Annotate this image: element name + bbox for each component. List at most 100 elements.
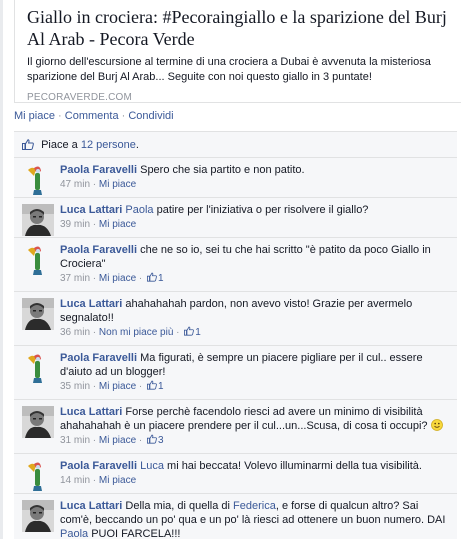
- separator: ·: [90, 381, 99, 392]
- separator: ·: [90, 179, 99, 190]
- separator: ·: [90, 219, 99, 230]
- avatar[interactable]: [22, 298, 54, 330]
- separator: ·: [90, 475, 99, 486]
- mention-link[interactable]: Luca: [137, 460, 164, 472]
- comment-like-link[interactable]: Mi piace: [99, 475, 136, 486]
- comment-timestamp[interactable]: 31 min: [60, 435, 90, 446]
- separator: ·: [90, 327, 99, 338]
- comment-meta: 14 min · Mi piace: [60, 474, 449, 488]
- like-count-icon: [147, 434, 157, 444]
- link-description: Il giorno dell'escursione al termine di …: [27, 56, 431, 83]
- comment-text: Paola Faravelli Luca mi hai beccata! Vol…: [60, 459, 449, 473]
- link-preview-card[interactable]: Giallo in crociera: #Pecoraingiallo e la…: [14, 0, 461, 103]
- comment-like-link[interactable]: Mi piace: [99, 435, 136, 446]
- comment-author-link[interactable]: Paola Faravelli: [60, 460, 137, 472]
- comment-meta: 36 min · Non mi piace più · 1: [60, 326, 449, 340]
- comment-like-link[interactable]: Mi piace: [99, 179, 136, 190]
- comment-text-segment: Spero che sia partito e non patito.: [137, 164, 305, 176]
- smiley-icon: [430, 419, 443, 431]
- comment-like-count[interactable]: 3: [145, 434, 164, 446]
- comment-like-link[interactable]: Mi piace: [99, 219, 136, 230]
- link-title[interactable]: Giallo in crociera: #Pecoraingiallo e la…: [27, 6, 451, 50]
- comment-text: Paola Faravelli che ne so io, sei tu che…: [60, 243, 449, 271]
- comment-like-link[interactable]: Non mi piace più: [99, 327, 173, 338]
- page-left-edge: [0, 0, 3, 539]
- comment-item: Luca Lattari Forse perchè facendolo ries…: [14, 400, 457, 454]
- comment-meta: 35 min · Mi piace · 1: [60, 380, 449, 394]
- comment-author-link[interactable]: Luca Lattari: [60, 406, 122, 418]
- comment-link[interactable]: Commenta: [65, 110, 119, 122]
- comment-text-segment: PUOI FARCELA!!!: [88, 528, 181, 539]
- avatar[interactable]: [22, 204, 54, 236]
- comment-author-link[interactable]: Luca Lattari: [60, 298, 122, 310]
- mention-link[interactable]: Federica: [233, 500, 276, 512]
- comment-like-count[interactable]: 1: [182, 326, 201, 338]
- comment-like-count[interactable]: 1: [145, 272, 164, 284]
- comment-item: Paola Faravelli Luca mi hai beccata! Vol…: [14, 454, 457, 494]
- share-link[interactable]: Condividi: [128, 110, 173, 122]
- comment-like-link[interactable]: Mi piace: [99, 381, 136, 392]
- comment-text: Paola Faravelli Spero che sia partito e …: [60, 163, 449, 177]
- comment-item: Paola Faravelli Spero che sia partito e …: [14, 158, 457, 198]
- avatar[interactable]: [22, 352, 54, 384]
- comment-meta: 39 min · Mi piace: [60, 218, 449, 232]
- comment-timestamp[interactable]: 37 min: [60, 273, 90, 284]
- comment-timestamp[interactable]: 35 min: [60, 381, 90, 392]
- comment-text: Luca Lattari Paola patire per l'iniziati…: [60, 203, 449, 217]
- likes-prefix: Piace a: [41, 139, 78, 151]
- avatar[interactable]: [22, 244, 54, 276]
- separator: ·: [136, 435, 146, 446]
- likes-suffix: .: [135, 139, 139, 151]
- comment-author-link[interactable]: Luca Lattari: [60, 204, 122, 216]
- separator: ·: [121, 110, 126, 122]
- comment-meta: 47 min · Mi piace: [60, 178, 449, 192]
- comment-author-link[interactable]: Paola Faravelli: [60, 244, 137, 256]
- comment-author-link[interactable]: Paola Faravelli: [60, 352, 137, 364]
- comment-list: Paola Faravelli Spero che sia partito e …: [14, 158, 457, 539]
- comment-text-segment: mi hai beccata! Volevo illuminarmi della…: [163, 460, 422, 472]
- comment-item: Luca Lattari Paola patire per l'iniziati…: [14, 198, 457, 238]
- comment-text-segment: patire per l'iniziativa o per risolvere …: [153, 204, 369, 216]
- comment-item: Luca Lattari Della mia, di quella di Fed…: [14, 494, 457, 539]
- comment-like-count[interactable]: 1: [145, 380, 164, 392]
- thumbs-up-icon: [22, 139, 34, 150]
- separator: ·: [136, 381, 146, 392]
- likes-count-link[interactable]: 12 persone: [81, 139, 136, 151]
- comment-author-link[interactable]: Paola Faravelli: [60, 164, 137, 176]
- avatar[interactable]: [22, 500, 54, 532]
- separator: ·: [136, 273, 146, 284]
- comment-item: Paola Faravelli che ne so io, sei tu che…: [14, 238, 457, 292]
- like-link[interactable]: Mi piace: [14, 110, 55, 122]
- comment-timestamp[interactable]: 47 min: [60, 179, 90, 190]
- comment-text-segment: Della mia, di quella di: [122, 500, 234, 512]
- comment-meta: 31 min · Mi piace · 3: [60, 434, 449, 448]
- link-domain: PECORAVERDE.COM: [27, 92, 133, 103]
- separator: ·: [173, 327, 183, 338]
- separator: ·: [90, 435, 99, 446]
- comment-text: Luca Lattari Forse perchè facendolo ries…: [60, 405, 449, 433]
- comment-timestamp[interactable]: 36 min: [60, 327, 90, 338]
- avatar[interactable]: [22, 406, 54, 438]
- likes-summary: Piace a 12 persone.: [14, 132, 457, 158]
- comment-timestamp[interactable]: 14 min: [60, 475, 90, 486]
- comment-item: Luca Lattari ahahahahah pardon, non avev…: [14, 292, 457, 346]
- comment-text: Luca Lattari ahahahahah pardon, non avev…: [60, 297, 449, 325]
- mention-link[interactable]: Paola: [60, 528, 88, 539]
- mention-link[interactable]: Paola: [122, 204, 153, 216]
- comment-text: Luca Lattari Della mia, di quella di Fed…: [60, 499, 449, 539]
- avatar[interactable]: [22, 164, 54, 196]
- comments-section: Piace a 12 persone. Paola Faravelli Sper…: [14, 131, 457, 539]
- comment-item: Paola Faravelli Ma figurati, è sempre un…: [14, 346, 457, 400]
- like-count-icon: [184, 326, 195, 336]
- post-actions: Mi piace · Commenta · Condividi: [14, 110, 174, 122]
- comment-author-link[interactable]: Luca Lattari: [60, 500, 122, 512]
- comment-like-link[interactable]: Mi piace: [99, 273, 136, 284]
- avatar[interactable]: [22, 460, 54, 492]
- comment-timestamp[interactable]: 39 min: [60, 219, 90, 230]
- comment-text: Paola Faravelli Ma figurati, è sempre un…: [60, 351, 449, 379]
- like-count-icon: [147, 380, 157, 390]
- separator: ·: [90, 273, 99, 284]
- comment-meta: 37 min · Mi piace · 1: [60, 272, 449, 286]
- like-count-icon: [147, 272, 157, 282]
- separator: ·: [58, 110, 62, 122]
